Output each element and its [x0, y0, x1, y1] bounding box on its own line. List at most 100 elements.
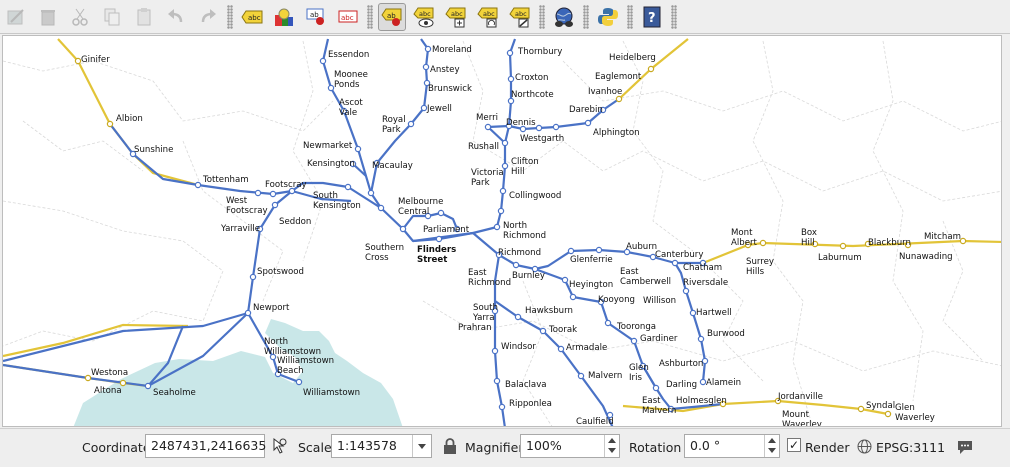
- pin-label-icon[interactable]: ab: [302, 3, 330, 31]
- rotation-spinbox[interactable]: 0.0 °: [684, 434, 780, 458]
- chevron-down-icon[interactable]: [412, 435, 431, 457]
- station-label: Victoria Park: [471, 168, 504, 188]
- station-label: Westgarth: [520, 134, 564, 144]
- render-checkbox[interactable]: ✓: [787, 438, 801, 452]
- help-icon[interactable]: ?: [638, 3, 666, 31]
- magnifier-spinbox[interactable]: 100%: [520, 434, 620, 458]
- station-label: Newmarket: [303, 141, 353, 151]
- station-label: Ashburton: [659, 359, 703, 369]
- station-label: Glenferrie: [570, 255, 613, 265]
- python-console-icon[interactable]: [594, 3, 622, 31]
- station-label: East Camberwell: [620, 267, 671, 287]
- station-label: Windsor: [501, 342, 536, 352]
- station-label: Caulfield: [576, 417, 614, 427]
- station-label: Burwood: [707, 329, 745, 339]
- rotation-label: Rotation: [629, 440, 682, 455]
- cut-icon[interactable]: [66, 3, 94, 31]
- station-label: Toorak: [548, 325, 577, 335]
- rotation-spin-arrows-icon[interactable]: [764, 435, 779, 457]
- layer-labeling-icon[interactable]: abc: [238, 3, 266, 31]
- station-label: Westona: [91, 368, 128, 378]
- rotation-value: 0.0 °: [690, 438, 721, 453]
- station-label: Auburn: [626, 242, 657, 252]
- change-label-icon[interactable]: abc: [506, 3, 534, 31]
- show-hide-labels-icon[interactable]: abc: [334, 3, 362, 31]
- copy-icon[interactable]: [98, 3, 126, 31]
- station-label: Riversdale: [683, 278, 728, 288]
- crs-label[interactable]: EPSG:3111: [876, 440, 945, 455]
- station-label: Rushall: [468, 142, 499, 152]
- station-label: Kensington: [307, 159, 355, 169]
- station-label: Alphington: [593, 128, 640, 138]
- delete-icon[interactable]: [34, 3, 62, 31]
- station-label: Flinders Street: [417, 245, 456, 265]
- svg-text:abc: abc: [515, 10, 527, 18]
- station-label: Mount Waverley: [782, 410, 822, 427]
- station-label: Mont Albert: [731, 228, 758, 248]
- station-label: Albion: [116, 114, 143, 124]
- move-label-icon[interactable]: abc: [442, 3, 470, 31]
- station-label: Macaulay: [372, 161, 413, 171]
- station-label: Moreland: [432, 45, 472, 55]
- redo-icon[interactable]: [194, 3, 222, 31]
- station-label: Alamein: [706, 378, 741, 388]
- station-label: Burnley: [512, 271, 545, 281]
- edit-toggle-icon[interactable]: [2, 3, 30, 31]
- map-canvas[interactable]: Ginifer Albion Sunshine Tottenham West Fo…: [2, 35, 1002, 427]
- station-label: Heidelberg: [609, 53, 656, 63]
- station-label: Glen Waverley: [895, 403, 935, 423]
- station-label: Jordanville: [777, 392, 823, 402]
- station-label: Heyington: [569, 280, 613, 290]
- station-label: South Yarra: [472, 303, 498, 323]
- scale-combobox[interactable]: 1:143578: [331, 434, 432, 458]
- station-label: Seaholme: [153, 388, 196, 398]
- station-label: Newport: [253, 303, 290, 313]
- messages-icon[interactable]: [956, 438, 974, 459]
- station-label: Darling: [666, 380, 697, 390]
- station-label: Kooyong: [598, 295, 635, 305]
- station-label: East Richmond: [468, 268, 511, 288]
- station-label: Jewell: [426, 104, 452, 114]
- label-toolbar: abc ab abc ab abc abc abc abc ?: [0, 0, 1010, 34]
- station-label: Yarraville: [220, 224, 260, 234]
- render-label: Render: [805, 440, 850, 455]
- station-label: Parliament: [423, 225, 470, 235]
- toolbar-separator: [539, 4, 545, 29]
- magnifier-spin-arrows-icon[interactable]: [604, 435, 619, 457]
- station-label: Nunawading: [899, 252, 953, 262]
- station-label: Ascot Vale: [339, 98, 363, 118]
- coordinate-field[interactable]: 2487431,2416635: [145, 434, 266, 458]
- rotate-label-icon[interactable]: abc: [474, 3, 502, 31]
- station-label: Mitcham: [924, 232, 961, 242]
- station-label: East Malvern: [642, 396, 676, 416]
- svg-text:?: ?: [648, 11, 656, 26]
- station-label: Brunswick: [428, 84, 472, 94]
- globe-plugin-icon[interactable]: [550, 3, 578, 31]
- label-diagram-icon[interactable]: [270, 3, 298, 31]
- station-label: West Footscray: [226, 196, 268, 216]
- station-label: Spotswood: [257, 267, 304, 277]
- globe-crs-icon[interactable]: [857, 439, 872, 457]
- station-label: Balaclava: [505, 380, 547, 390]
- svg-text:abc: abc: [419, 10, 431, 18]
- show-labels-eye-icon[interactable]: abc: [410, 3, 438, 31]
- map-svg[interactable]: Ginifer Albion Sunshine Tottenham West Fo…: [3, 36, 1002, 427]
- station-label: Eaglemont: [595, 72, 642, 82]
- station-label: Willison: [643, 296, 676, 306]
- station-label: Prahran: [458, 323, 492, 333]
- station-label: Darebin: [569, 105, 603, 115]
- station-label: Southern Cross: [365, 243, 404, 263]
- paste-icon[interactable]: [130, 3, 158, 31]
- highlight-pinned-labels-icon[interactable]: ab: [378, 2, 406, 31]
- station-label: Hartwell: [696, 308, 732, 318]
- status-bar: Coordinate 2487431,2416635 Scale 1:14357…: [0, 428, 1010, 467]
- lock-icon[interactable]: [443, 438, 457, 457]
- station-label: Tottenham: [202, 175, 249, 185]
- mouse-pointer-toggle-icon[interactable]: [270, 437, 288, 458]
- station-label: Box Hill: [801, 228, 817, 248]
- station-label: Gardiner: [640, 334, 678, 344]
- station-label: Collingwood: [509, 191, 561, 201]
- station-label: Laburnum: [818, 253, 862, 263]
- undo-icon[interactable]: [162, 3, 190, 31]
- scale-value: 1:143578: [337, 438, 397, 453]
